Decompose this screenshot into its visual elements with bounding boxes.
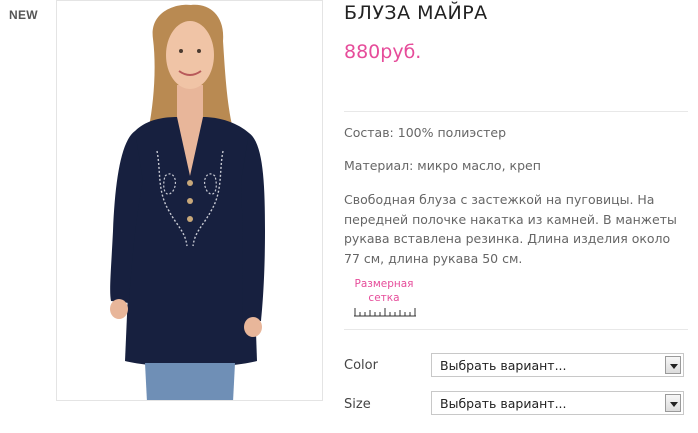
color-label: Color: [344, 358, 378, 373]
product-composition: Состав: 100% полиэстер: [344, 125, 507, 140]
product-title: БЛУЗА МАЙРА: [344, 2, 488, 24]
size-chart-link[interactable]: Размерная сетка: [352, 277, 416, 305]
product-description: Свободная блуза с застежкой на пуговицы.…: [344, 192, 677, 266]
size-chart-label-line1: Размерная: [354, 278, 414, 290]
chevron-down-icon[interactable]: [665, 394, 681, 412]
chevron-down-icon[interactable]: [665, 356, 681, 374]
size-select-value: Выбрать вариант...: [440, 396, 567, 411]
product-price: 880руб.: [344, 41, 422, 63]
product-material: Материал: микро масло, креп: [344, 158, 541, 173]
size-label: Size: [344, 397, 371, 412]
size-select[interactable]: Выбрать вариант...: [431, 391, 684, 415]
size-chart-label-line2: сетка: [368, 292, 400, 304]
product-image[interactable]: [56, 0, 323, 401]
new-badge: NEW: [9, 8, 38, 22]
ruler-icon[interactable]: [354, 307, 416, 317]
divider: [344, 111, 688, 112]
divider: [344, 329, 688, 330]
product-photo-blouse: [57, 1, 322, 400]
color-select-value: Выбрать вариант...: [440, 358, 567, 373]
color-select[interactable]: Выбрать вариант...: [431, 353, 684, 377]
